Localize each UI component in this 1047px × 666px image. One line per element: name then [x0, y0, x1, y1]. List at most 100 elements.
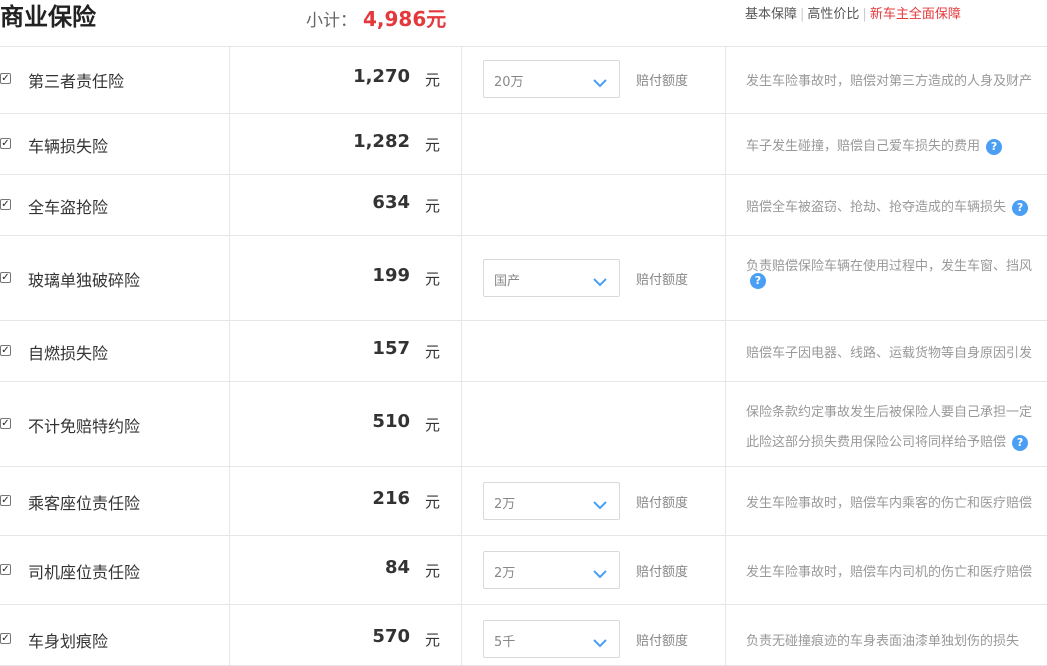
insurance-description: 发生车险事故时，赔偿车内司机的伤亡和医疗赔偿	[746, 561, 1032, 580]
chevron-down-icon	[593, 272, 607, 287]
chevron-down-icon	[593, 564, 607, 579]
description-text: 赔偿车子因电器、线路、运载货物等自身原因引发	[746, 346, 1033, 361]
insurance-name: 车辆损失险	[28, 137, 109, 156]
insurance-name: 玻璃单独破碎险	[28, 271, 141, 290]
insurance-description: 发生车险事故时，赔偿对第三方造成的人身及财产	[746, 70, 1032, 89]
price-unit: 元	[425, 270, 441, 288]
table-row: ✓ 不计免赔特约险 510 元 保险条款约定事故发生后被保险人要自己承担一定 此险这部分损…	[0, 382, 1047, 467]
table-row: ✓ 司机座位责任险 84 元 2万 赔付额度 发生车险事故时，赔偿车内司机的伤亡和医疗赔…	[0, 536, 1047, 605]
help-icon[interactable]: ?	[1012, 199, 1029, 216]
column-divider	[461, 114, 462, 174]
insurance-name: 不计免赔特约险	[28, 417, 141, 436]
description-text: 此险这部分损失费用保险公司将同样给予赔偿	[746, 435, 1007, 450]
plan-new-owner[interactable]: 新车主全面保障	[870, 7, 961, 22]
coverage-select[interactable]: 2万	[483, 482, 620, 520]
table-row: ✓ 第三者责任险 1,270 元 20万 赔付额度 发生车险事故时，赔偿对第三方造成的人…	[0, 46, 1047, 114]
column-divider	[229, 382, 230, 466]
checkbox-checked[interactable]: ✓	[0, 633, 11, 644]
subtotal-label: 小计：	[306, 11, 357, 31]
column-divider	[229, 467, 230, 535]
table-row: ✓ 玻璃单独破碎险 199 元 国产 赔付额度 负责赔偿保险车辆在使用过程中，发生车窗、…	[0, 236, 1047, 321]
column-divider	[461, 321, 462, 381]
plan-separator: |	[800, 7, 805, 22]
coverage-select-value: 5千	[494, 635, 516, 650]
description-text: 负责赔偿保险车辆在使用过程中，发生车窗、挡风	[746, 259, 1033, 274]
insurance-name: 乘客座位责任险	[28, 494, 141, 513]
insurance-price: 570	[372, 626, 410, 647]
column-divider	[229, 175, 230, 235]
checkbox-checked[interactable]: ✓	[0, 73, 11, 84]
table-row: ✓ 车辆损失险 1,282 元 车子发生碰撞，赔偿自己爱车损失的费用?	[0, 114, 1047, 175]
column-divider	[725, 605, 726, 665]
coverage-label: 赔付额度	[636, 634, 689, 649]
checkbox-checked[interactable]: ✓	[0, 495, 11, 506]
price-unit: 元	[425, 71, 441, 89]
insurance-name: 司机座位责任险	[28, 563, 141, 582]
insurance-name: 车身划痕险	[28, 632, 109, 651]
insurance-description: 负责赔偿保险车辆在使用过程中，发生车窗、挡风	[746, 255, 1032, 274]
description-text: 赔偿全车被盗窃、抢劫、抢夺造成的车辆损失	[746, 200, 1007, 215]
help-icon[interactable]: ?	[750, 272, 766, 289]
coverage-select[interactable]: 国产	[483, 259, 620, 297]
subtotal: 小计： 4,986元	[306, 3, 446, 32]
description-text: 发生车险事故时，赔偿对第三方造成的人身及财产	[746, 74, 1033, 89]
price-unit: 元	[425, 493, 441, 511]
column-divider	[725, 467, 726, 535]
coverage-select[interactable]: 5千	[483, 620, 620, 658]
column-divider	[461, 46, 462, 113]
description-text: 发生车险事故时，赔偿车内乘客的伤亡和医疗赔偿	[746, 496, 1033, 511]
price-unit: 元	[425, 343, 441, 361]
price-unit: 元	[425, 416, 441, 434]
column-divider	[229, 236, 230, 320]
column-divider	[461, 605, 462, 665]
coverage-label: 赔付额度	[636, 565, 689, 580]
insurance-description: 负责无碰撞痕迹的车身表面油漆单独划伤的损失	[746, 630, 1019, 649]
plan-basic[interactable]: 基本保障	[745, 7, 797, 22]
price-unit: 元	[425, 562, 441, 580]
table-row: ✓ 车身划痕险 570 元 5千 赔付额度 负责无碰撞痕迹的车身表面油漆单独划伤的损失	[0, 605, 1047, 666]
coverage-select-value: 2万	[494, 566, 516, 581]
insurance-price: 199	[372, 265, 410, 286]
insurance-price: 157	[372, 338, 410, 359]
insurance-name: 第三者责任险	[28, 72, 125, 91]
description-text: 负责无碰撞痕迹的车身表面油漆单独划伤的损失	[746, 634, 1020, 649]
column-divider	[725, 536, 726, 604]
insurance-price: 84	[384, 557, 410, 578]
insurance-description-line2: 此险这部分损失费用保险公司将同样给予赔偿?	[746, 431, 1029, 451]
column-divider	[725, 114, 726, 174]
column-divider	[229, 46, 230, 113]
checkbox-checked[interactable]: ✓	[0, 272, 11, 283]
description-text: 车子发生碰撞，赔偿自己爱车损失的费用	[746, 139, 981, 154]
table-row: ✓ 自燃损失险 157 元 赔偿车子因电器、线路、运载货物等自身原因引发	[0, 321, 1047, 382]
coverage-select[interactable]: 20万	[483, 60, 620, 98]
column-divider	[461, 467, 462, 535]
help-icon[interactable]: ?	[986, 138, 1003, 155]
column-divider	[229, 321, 230, 381]
checkbox-checked[interactable]: ✓	[0, 418, 11, 429]
plan-value[interactable]: 高性价比	[807, 7, 859, 22]
chevron-down-icon	[593, 633, 607, 648]
checkbox-checked[interactable]: ✓	[0, 199, 11, 210]
insurance-description: 赔偿全车被盗窃、抢劫、抢夺造成的车辆损失?	[746, 196, 1029, 216]
column-divider	[725, 382, 726, 466]
checkbox-checked[interactable]: ✓	[0, 564, 11, 575]
insurance-description: 赔偿车子因电器、线路、运载货物等自身原因引发	[746, 342, 1032, 361]
insurance-price: 216	[372, 488, 410, 509]
coverage-label: 赔付额度	[636, 74, 689, 89]
insurance-name: 自燃损失险	[28, 344, 109, 363]
column-divider	[461, 536, 462, 604]
coverage-select-value: 2万	[494, 497, 516, 512]
column-divider	[725, 321, 726, 381]
section-header: 商业保险 小计： 4,986元 基本保障 | 高性价比 | 新车主全面保障	[0, 0, 1047, 47]
column-divider	[461, 236, 462, 320]
checkbox-checked[interactable]: ✓	[0, 138, 11, 149]
coverage-select[interactable]: 2万	[483, 551, 620, 589]
checkbox-checked[interactable]: ✓	[0, 345, 11, 356]
table-row: ✓ 乘客座位责任险 216 元 2万 赔付额度 发生车险事故时，赔偿车内乘客的伤亡和医疗…	[0, 467, 1047, 536]
coverage-select-value: 国产	[494, 274, 521, 289]
insurance-table: ✓ 第三者责任险 1,270 元 20万 赔付额度 发生车险事故时，赔偿对第三方造成的人…	[0, 46, 1047, 666]
help-icon[interactable]: ?	[1012, 434, 1029, 451]
insurance-price: 1,270	[353, 66, 410, 87]
price-unit: 元	[425, 136, 441, 154]
coverage-label: 赔付额度	[636, 273, 689, 288]
